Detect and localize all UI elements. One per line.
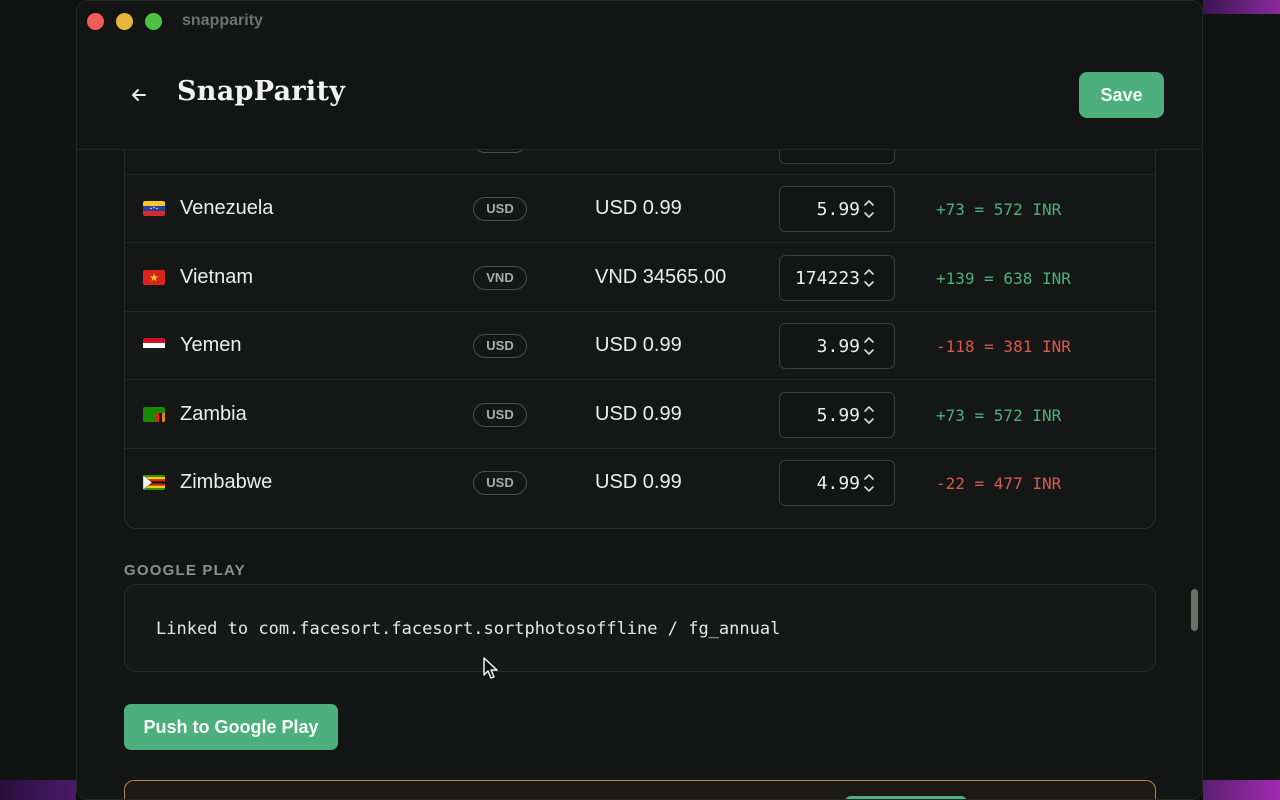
country-name: Zambia: [180, 402, 247, 425]
google-play-section-label: GOOGLE PLAY: [124, 562, 246, 579]
close-window-button[interactable]: [87, 13, 104, 30]
local-price-input[interactable]: 5.99: [779, 391, 895, 438]
flag-zambia-icon: [143, 406, 165, 422]
price-difference: -118 = 381 INR: [936, 337, 1071, 357]
page-title: SnapParity: [177, 76, 346, 107]
country-name: Venezuela: [180, 197, 274, 220]
base-price: USD 0.99: [595, 334, 682, 357]
push-to-google-play-button[interactable]: Push to Google Play: [124, 704, 338, 750]
local-price-input[interactable]: 4.99: [779, 460, 895, 506]
table-row: Yemen USD USD 0.99 3.99 -118 = 381 INR: [125, 312, 1155, 381]
price-difference: -22 = 477 INR: [936, 474, 1062, 493]
country-name: Zimbabwe: [180, 471, 273, 493]
country-name: Vietnam: [180, 265, 254, 288]
table-row: Vietnam VND VND 34565.00 174223 +139 = 638 I…: [125, 244, 1155, 312]
warning-panel-button[interactable]: [845, 796, 967, 799]
save-button[interactable]: Save: [1079, 72, 1164, 118]
currency-badge: EUR: [473, 150, 527, 153]
minimize-window-button[interactable]: [116, 13, 133, 30]
price-difference: +73 = 572 INR: [936, 200, 1062, 220]
google-play-linked-box: Linked to com.facesort.facesort.sortphot…: [124, 584, 1156, 672]
currency-badge: USD: [473, 197, 527, 222]
window-app-label: snapparity: [182, 12, 263, 29]
table-row: Vatican City EUR EUR 3.99 17.99 +1489 = 1988…: [125, 150, 1155, 175]
app-window: snapparity SnapParity Save Vatican City E…: [76, 0, 1203, 800]
base-price: USD 0.99: [595, 471, 682, 493]
table-row: Zambia USD USD 0.99 5.99 +73 = 572 INR: [125, 381, 1155, 449]
maximize-window-button[interactable]: [145, 13, 162, 30]
local-price-input[interactable]: 174223: [779, 254, 895, 301]
stepper-arrows-icon[interactable]: [862, 150, 876, 154]
flag-venezuela-icon: [143, 201, 165, 217]
flag-vietnam-icon: [143, 269, 165, 285]
country-name: Yemen: [180, 334, 242, 357]
stepper-arrows-icon[interactable]: [862, 402, 876, 428]
currency-badge: USD: [473, 402, 527, 427]
local-price-input[interactable]: 5.99: [779, 186, 895, 233]
stepper-arrows-icon[interactable]: [862, 333, 876, 359]
local-price-value: 17.99: [788, 150, 860, 152]
local-price-value: 174223: [794, 267, 860, 289]
table-row: Zimbabwe USD USD 0.99 4.99 -22 = 477 INR: [125, 449, 1155, 517]
main-content: Vatican City EUR EUR 3.99 17.99 +1489 = 1988…: [77, 150, 1202, 799]
warning-panel: [124, 780, 1156, 799]
mouse-cursor-icon: [483, 657, 498, 679]
stepper-arrows-icon[interactable]: [862, 470, 876, 496]
flag-yemen-icon: [143, 338, 165, 354]
page-header: SnapParity Save: [77, 41, 1202, 150]
desktop-background-right: [1203, 0, 1280, 800]
price-difference: +139 = 638 INR: [936, 268, 1071, 288]
flag-zimbabwe-icon: [143, 475, 165, 490]
base-price: EUR 3.99: [595, 150, 682, 152]
vertical-scrollbar[interactable]: [1191, 589, 1198, 631]
google-play-linked-text: Linked to com.facesort.facesort.sortphot…: [156, 619, 781, 639]
local-price-input[interactable]: 17.99: [779, 150, 895, 164]
price-difference: +73 = 572 INR: [936, 405, 1062, 425]
local-price-value: 4.99: [816, 473, 860, 494]
base-price: VND 34565.00: [595, 265, 727, 288]
title-bar: snapparity: [77, 1, 1202, 41]
country-name: Vatican City: [180, 150, 285, 152]
local-price-value: 5.99: [816, 199, 860, 221]
table-row: Venezuela USD USD 0.99 5.99 +73 = 572 INR: [125, 175, 1155, 244]
local-price-input[interactable]: 3.99: [779, 323, 895, 370]
back-arrow-icon[interactable]: [129, 85, 149, 105]
stepper-arrows-icon[interactable]: [862, 265, 876, 291]
local-price-value: 3.99: [816, 336, 860, 358]
price-difference: +1489 = 1988 INR: [936, 150, 1090, 151]
currency-badge: VND: [473, 265, 527, 290]
currency-badge: USD: [473, 471, 527, 495]
base-price: USD 0.99: [595, 402, 682, 425]
desktop-background-left: [0, 0, 76, 800]
base-price: USD 0.99: [595, 197, 682, 220]
stepper-arrows-icon[interactable]: [862, 196, 876, 222]
currency-badge: USD: [473, 334, 527, 359]
country-price-table: Vatican City EUR EUR 3.99 17.99 +1489 = 1988…: [124, 150, 1156, 529]
local-price-value: 5.99: [816, 404, 860, 426]
